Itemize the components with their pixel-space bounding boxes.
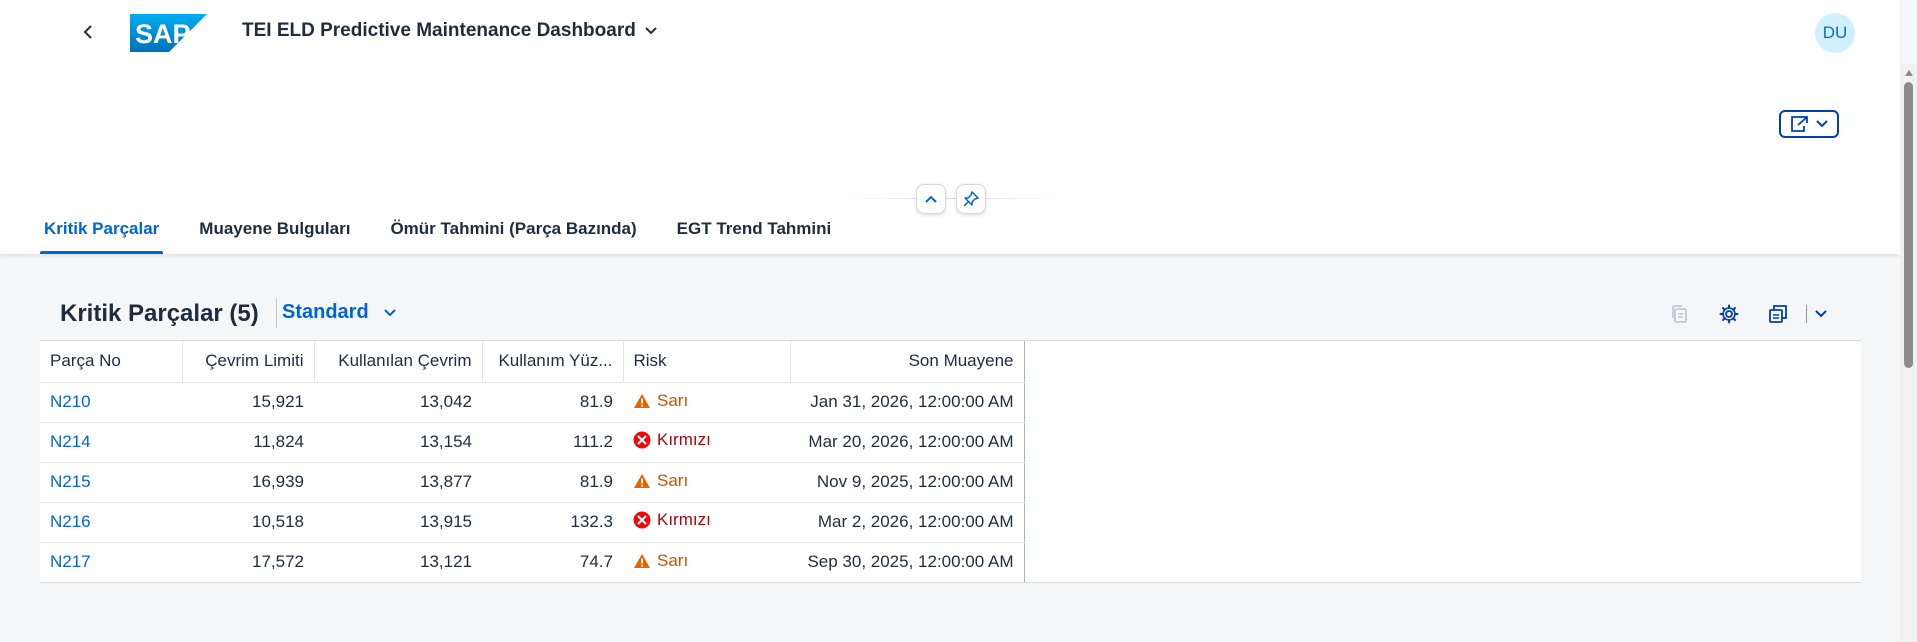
table-row[interactable]: N210 15,921 13,042 81.9 Sarı Jan 31, 2026, 12… — [40, 382, 1025, 423]
risk-label: Kırmızı — [657, 430, 711, 449]
part-number[interactable]: N215 — [50, 472, 91, 491]
part-number[interactable]: N216 — [50, 512, 91, 531]
table-row[interactable]: N216 10,518 13,915 132.3 Kırmızı Mar 2, 2026,… — [40, 502, 1025, 543]
chevron-down-icon — [1816, 120, 1828, 128]
collapse-header-button[interactable] — [916, 184, 946, 214]
parts-table-container: Parça No Çevrim Limiti Kullanılan Çevrim… — [40, 340, 1861, 583]
back-button[interactable] — [72, 16, 104, 48]
sap-logo[interactable]: SAP — [130, 14, 207, 52]
table-header-row: Parça No Çevrim Limiti Kullanılan Çevrim… — [40, 341, 1025, 383]
app-title: TEI ELD Predictive Maintenance Dashboard — [242, 20, 636, 41]
risk-cell: Sarı — [623, 542, 790, 582]
part-number[interactable]: N217 — [50, 552, 91, 571]
app-title-menu[interactable]: TEI ELD Predictive Maintenance Dashboard — [242, 20, 658, 42]
chevron-down-icon — [645, 27, 657, 35]
column-header-kullanim-yuzdesi[interactable]: Kullanım Yüz... — [482, 341, 624, 383]
collapse-icon — [925, 195, 937, 203]
tab-egt-trend-tahmini[interactable]: EGT Trend Tahmini — [673, 204, 836, 254]
table-row[interactable]: N215 16,939 13,877 81.9 Sarı Nov 9, 2025, 12:… — [40, 462, 1025, 503]
used-cycles-cell: 13,915 — [314, 502, 482, 543]
share-menu-button[interactable] — [1779, 110, 1839, 138]
part-number[interactable]: N210 — [50, 392, 91, 411]
usage-percent-cell: 74.7 — [579, 552, 613, 572]
usage-percent-cell: 81.9 — [482, 382, 623, 423]
column-header-son-muayene[interactable]: Son Muayene — [790, 341, 1025, 383]
cycle-limit-cell: 11,824 — [182, 422, 314, 463]
warning-icon — [634, 473, 650, 488]
back-icon — [83, 25, 92, 39]
scroll-up-arrow-icon[interactable] — [1905, 70, 1913, 76]
logo-text: SAP — [135, 19, 191, 49]
table-row[interactable]: N217 17,572 13,121 74.7 Sarı Sep 30, 2025, 12… — [40, 542, 1025, 582]
page-scrollbar[interactable] — [1900, 64, 1917, 642]
error-icon — [633, 431, 651, 449]
cycle-limit-cell: 16,939 — [182, 462, 314, 503]
usage-percent-cell: 111.2 — [482, 422, 623, 463]
usage-percent-cell: 81.9 — [482, 462, 623, 503]
last-inspection-cell: Jan 31, 2026, 12:00:00 AM — [790, 382, 1025, 423]
risk-label: Sarı — [657, 470, 689, 490]
risk-status: Sarı — [633, 391, 688, 411]
chevron-down-icon — [383, 308, 396, 316]
chevron-down-icon — [1815, 310, 1827, 318]
used-cycles-cell: 13,154 — [314, 422, 482, 463]
risk-status: Sarı — [633, 551, 688, 571]
tab-kritik-parcalar[interactable]: Kritik Parçalar — [40, 204, 164, 254]
section-title: Kritik Parçalar (5) — [60, 300, 259, 327]
export-options-button[interactable] — [1806, 300, 1836, 328]
variant-selector[interactable]: Standard — [282, 301, 397, 324]
pin-header-button[interactable] — [956, 184, 986, 214]
cycle-limit-cell: 15,921 — [182, 382, 314, 423]
risk-cell: Kırmızı — [623, 422, 790, 463]
last-inspection-cell: Sep 30, 2025, 12:00:00 AM — [790, 542, 1025, 582]
risk-status: Kırmızı — [633, 430, 711, 450]
settings-icon — [1719, 304, 1739, 324]
tab-omur-tahmini[interactable]: Ömür Tahmini (Parça Bazında) — [386, 204, 640, 254]
page-header: Kritik Parçalar Muayene Bulguları Ömür T… — [0, 64, 1900, 254]
column-header-risk[interactable]: Risk — [623, 341, 791, 383]
part-number[interactable]: N214 — [50, 432, 91, 451]
usage-percent-cell: 132.3 — [482, 502, 623, 543]
user-avatar[interactable]: DU — [1815, 13, 1855, 53]
used-cycles-cell: 13,877 — [314, 462, 482, 503]
tab-bar: Kritik Parçalar Muayene Bulguları Ömür T… — [40, 204, 867, 254]
export-button[interactable] — [1764, 300, 1794, 328]
risk-cell: Kırmızı — [623, 502, 790, 543]
used-cycles-cell: 13,042 — [314, 382, 482, 423]
copy-button[interactable] — [1664, 300, 1694, 328]
warning-icon — [634, 393, 650, 408]
scroll-thumb[interactable] — [1904, 82, 1913, 368]
risk-status: Kırmızı — [633, 510, 711, 530]
settings-button[interactable] — [1714, 300, 1744, 328]
warning-icon — [634, 553, 650, 568]
column-header-kullanilan-cevrim[interactable]: Kullanılan Çevrim — [314, 341, 483, 383]
risk-status: Sarı — [633, 471, 688, 491]
critical-parts-table: Parça No Çevrim Limiti Kullanılan Çevrim… — [40, 341, 1025, 582]
variant-label: Standard — [282, 301, 369, 323]
column-header-cevrim-limiti[interactable]: Çevrim Limiti — [182, 341, 315, 383]
risk-cell: Sarı — [623, 462, 790, 503]
pin-icon — [963, 191, 979, 207]
table-row[interactable]: N214 11,824 13,154 111.2 Kırmızı Mar 20, 2026… — [40, 422, 1025, 463]
cycle-limit-cell: 10,518 — [182, 502, 314, 543]
export-icon — [1769, 305, 1787, 323]
column-header-parca-no[interactable]: Parça No — [40, 341, 183, 383]
error-icon — [633, 511, 651, 529]
risk-cell: Sarı — [623, 382, 790, 423]
risk-label: Kırmızı — [657, 510, 711, 529]
cycle-limit-cell: 17,572 — [252, 552, 304, 572]
last-inspection-cell: Nov 9, 2025, 12:00:00 AM — [790, 462, 1025, 503]
share-icon — [1791, 116, 1808, 132]
copy-icon — [1672, 305, 1687, 323]
shell-bar: SAP TEI ELD Predictive Maintenance Dashb… — [0, 0, 1900, 64]
risk-label: Sarı — [657, 390, 689, 410]
last-inspection-cell: Mar 2, 2026, 12:00:00 AM — [790, 502, 1025, 543]
used-cycles-cell: 13,121 — [420, 552, 472, 572]
last-inspection-cell: Mar 20, 2026, 12:00:00 AM — [790, 422, 1025, 463]
risk-label: Sarı — [657, 550, 689, 570]
title-divider — [276, 298, 277, 328]
header-divider — [840, 198, 1060, 199]
tab-muayene-bulgulari[interactable]: Muayene Bulguları — [195, 204, 354, 254]
